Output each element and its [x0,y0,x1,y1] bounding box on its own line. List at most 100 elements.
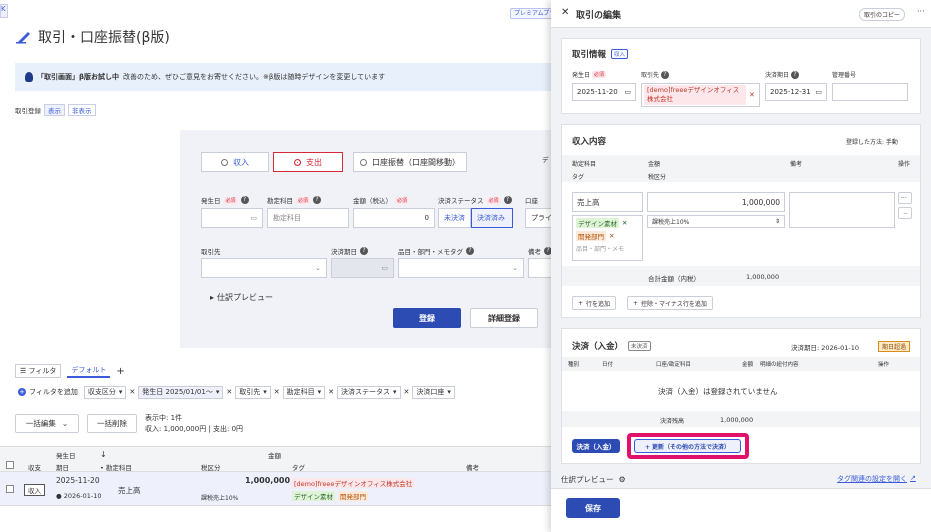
mgmt-label: 管理番号 [832,72,857,79]
partner-select[interactable]: ⌄ [201,258,327,278]
close-icon[interactable]: ✕ [226,388,232,396]
row-due: ● 2026-01-10 [56,492,102,500]
radio-transfer[interactable]: 口座振替（口座間移動） [353,152,467,172]
row-tag: 開発部門 [338,491,368,501]
save-button[interactable]: 保存 [566,498,620,518]
add-deduct-button[interactable]: + 控除・マイナス行を追加 [627,296,713,310]
col-amount: 金額 [268,452,281,460]
gear-icon: ⚙ [618,475,626,484]
transaction-info-card: 取引情報 収入 発生日 必須 取引先? 決済期日? 管理番号 2025-11-20 ▭… [561,38,921,114]
col-acct: 口座/勘定科目 [656,362,691,368]
col-memo: 備考 [790,161,803,168]
partner-select[interactable]: [demo]freeeデザインオフィス株式会社 ✕ [641,83,760,107]
select-all-checkbox[interactable] [6,461,14,469]
detail-register-button[interactable]: 詳細登録 [470,308,538,328]
hide-toggle[interactable]: 非表示 [68,104,96,116]
settle-empty: 決済（入金）は登録されていません [658,387,778,396]
memo-label: 備考? [528,246,552,256]
filter-chip[interactable]: 取引先 ▾ [235,385,271,399]
radio-dot-icon [221,158,228,166]
calendar-icon: ▭ [381,264,388,272]
filter-button[interactable]: ☰ フィルタ [15,364,62,378]
date-input[interactable]: ▭ [201,208,263,228]
amount-input[interactable]: 0 [353,208,435,228]
close-icon[interactable]: ✕ [328,388,334,396]
journal-preview[interactable]: 仕訳プレビュー ⚙ [561,474,626,485]
filter-chip[interactable]: 決済口座 ▾ [412,385,455,399]
col-date[interactable]: 発生日 [56,450,76,460]
register-toggle: 取引登録 表示 非表示 [15,104,96,116]
add-tab-button[interactable]: + [116,366,124,377]
show-toggle[interactable]: 表示 [44,104,65,116]
chevron-down-icon: ⌄ [61,419,69,428]
drawer-title: 取引の編集 [576,11,622,21]
chevron-down-icon: ⌄ [315,264,321,272]
close-icon[interactable]: ✕ [129,388,135,396]
radio-income[interactable]: 収入 [201,152,269,172]
mgmt-input[interactable] [832,83,908,101]
help-icon: ? [313,196,322,204]
close-icon[interactable]: ✕ [749,91,755,99]
filter-chip[interactable]: 決済ステータス ▾ [337,385,401,399]
bulk-edit-button[interactable]: 一括編集 ⌄ [15,414,79,433]
due-input[interactable]: ▭ [331,258,394,278]
account-input[interactable]: 勘定科目 [267,208,349,228]
add-row-button[interactable]: + 行を追加 [572,296,617,310]
close-icon[interactable]: ✕ [274,388,280,396]
tab-default[interactable]: デフォルト [67,364,111,378]
filter-chip[interactable]: 発生日 2025/01/01〜 ▾ [138,385,224,399]
row-checkbox[interactable] [6,485,14,493]
background-page: K プレミアムプラン 取引・口座振替(β版) 「取引画面」β版お試し中 改善のた… [0,0,560,532]
bulk-delete-button[interactable]: 一括削除 [87,414,137,433]
drawer-header: ✕ 取引の編集 取引のコピー ··· [551,0,931,28]
help-icon: ? [503,196,512,204]
table-row[interactable]: 収入 2025-11-20 ● 2026-01-10 売上高 1,000,000… [0,472,560,506]
edge-toggle-button[interactable]: K [0,4,8,18]
settle-button[interactable]: 決済（入金） [572,439,620,453]
copy-transaction-button[interactable]: 取引のコピー [859,8,906,21]
col-amount: 金額 [742,362,754,368]
col-tax: 税区分 [648,174,667,181]
update-other-method-button[interactable]: + 更新（その他の方法で決済） [634,439,741,453]
register-form: 収入 支出 口座振替（口座間移動） デ 発生日 必須? 勘定科目 必須? 金額（税込… [180,130,560,348]
amount-input[interactable]: 1,000,000 [647,192,785,212]
filter-bar: ☰ フィルタ デフォルト + [15,364,125,378]
close-icon[interactable]: ✕ [561,7,569,18]
chevron-down-icon: ▾ [393,388,397,396]
more-icon[interactable]: ··· [917,7,925,16]
close-icon[interactable]: ✕ [609,232,614,240]
date-input[interactable]: 2025-11-20 ▭ [572,83,636,101]
close-icon[interactable]: ✕ [622,219,627,227]
radio-expense[interactable]: 支出 [273,152,343,172]
remain-label: 決済残高 [660,418,685,425]
account-label: 勘定科目 必須? [267,195,322,205]
due-input[interactable]: 2025-12-31 ▭ [765,83,827,101]
filter-chip[interactable]: 収支区分 ▾ [83,385,127,399]
register-button[interactable]: 登録 [393,308,461,328]
row-remove-icon[interactable]: − [898,207,912,219]
plus-icon: + [633,299,639,307]
tag-settings-link[interactable]: タグ関連の設定を開く ↗ [837,474,916,484]
add-filter-button[interactable]: + フィルタを追加 [15,385,81,399]
row-more-icon[interactable]: ··· [898,192,912,204]
calendar-icon: ▭ [250,214,257,222]
partner-label: 取引先? [641,70,670,79]
journal-preview-toggle[interactable]: ▸ 仕訳プレビュー [210,292,273,303]
unpaid-toggle[interactable]: 未決済 [438,208,471,228]
item-select[interactable]: ⌄ [398,258,524,278]
close-icon[interactable]: ✕ [404,388,410,396]
total-row [562,266,920,286]
sort-arrow-icon[interactable]: ↓ [100,450,107,459]
calendar-icon: ▭ [624,88,631,96]
paid-toggle[interactable]: 決済済み [471,208,513,228]
clock-icon: ● [56,492,64,500]
filter-chip[interactable]: 勘定科目 ▾ [282,385,326,399]
radio-dot-icon [294,158,301,166]
account-input[interactable]: 売上高 [572,192,643,212]
tag-select[interactable]: デザイン素材 ✕ 開発部門 ✕ 品目・部門・メモ [572,215,643,261]
tax-select[interactable]: 課税売上10% ⇕ [647,215,785,228]
calendar-icon: ▭ [815,88,822,96]
date-label: 発生日 必須? [201,195,249,205]
total-value: 1,000,000 [746,273,780,281]
memo-input[interactable] [789,192,895,228]
